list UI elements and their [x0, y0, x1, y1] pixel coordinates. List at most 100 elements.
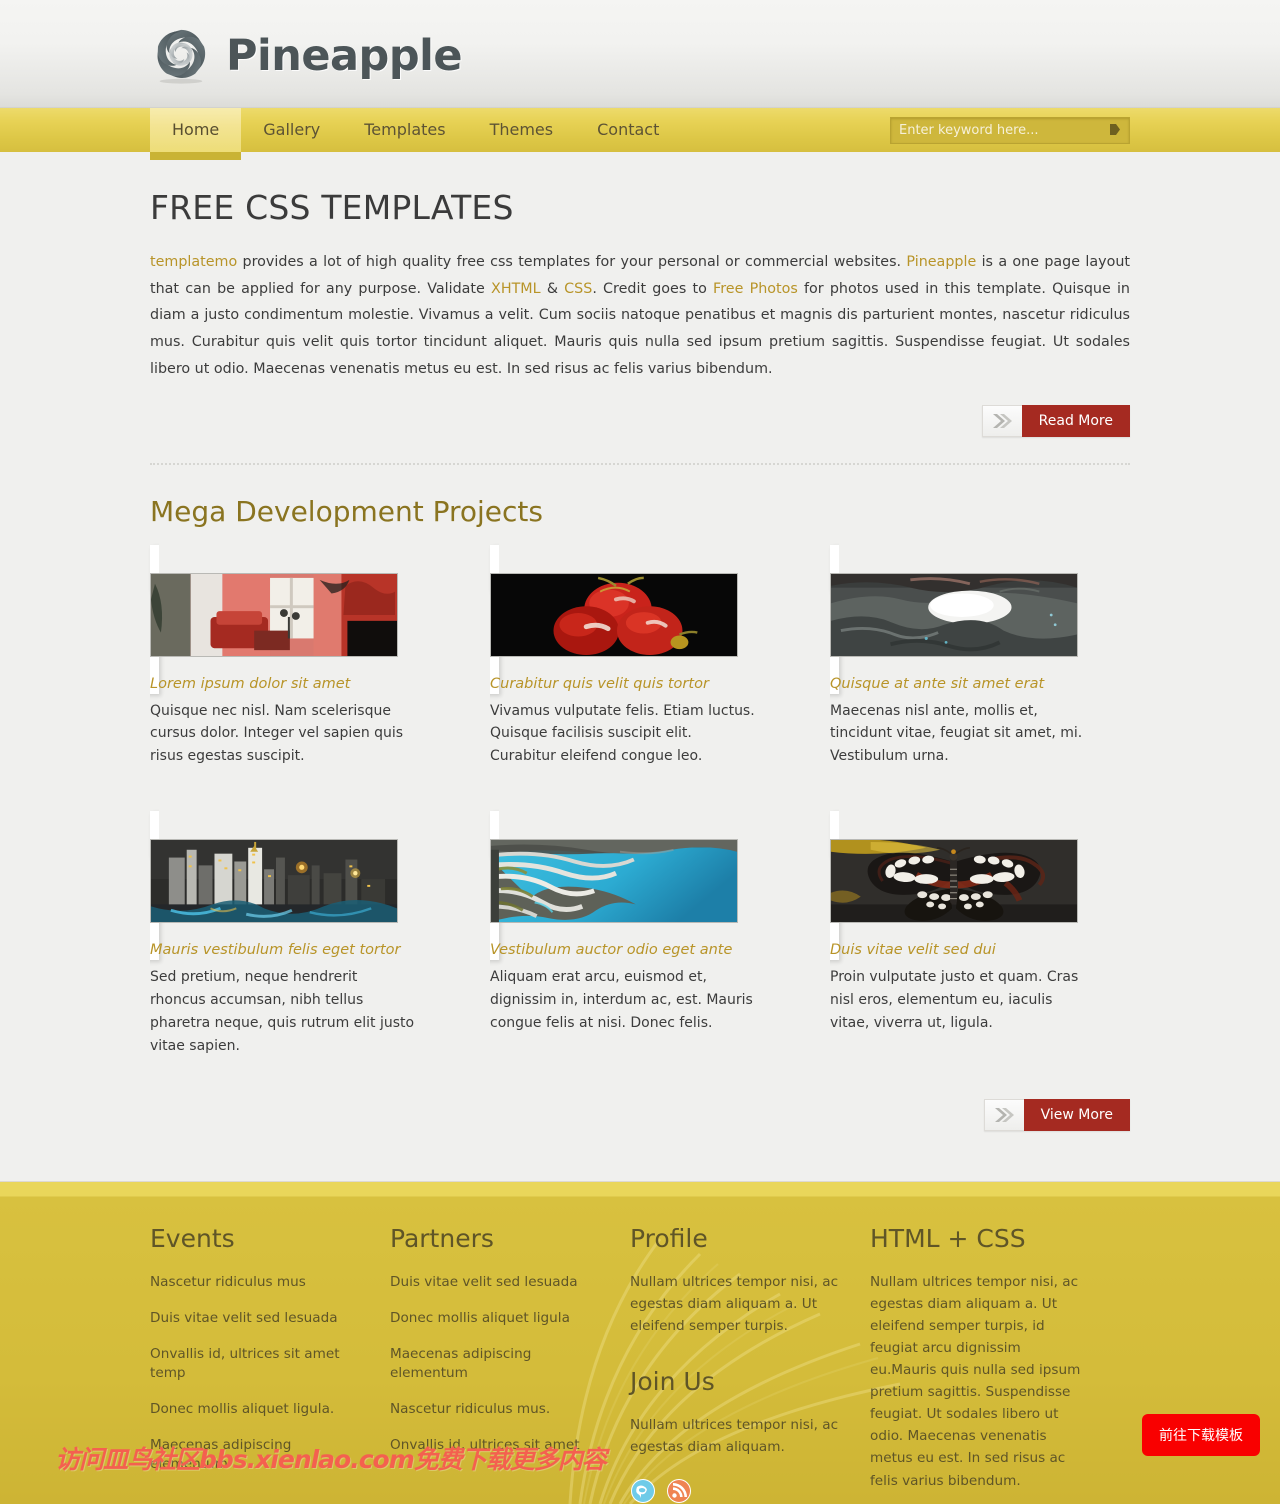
footer-heading-partners: Partners — [390, 1224, 494, 1254]
page-title: FREE CSS TEMPLATES — [150, 188, 514, 227]
intro-text-1: provides a lot of high quality free css … — [237, 254, 907, 270]
view-more-label: View More — [1023, 1099, 1130, 1132]
butterfly-photo — [830, 839, 1078, 924]
rss-icon[interactable] — [666, 1478, 692, 1504]
search-submit-button[interactable] — [1099, 118, 1129, 143]
link-xhtml[interactable]: XHTML — [491, 281, 541, 297]
list-item[interactable]: Donec mollis aliquet ligula — [390, 1307, 600, 1326]
intro-text-3: & — [540, 280, 565, 297]
double-chevron-right-icon — [981, 404, 1022, 437]
section-divider — [150, 462, 1130, 465]
project-title: Quisque at ante sit amet erat — [830, 675, 1045, 692]
project-description: Aliquam erat arcu, euismod et, dignissim… — [490, 969, 753, 1031]
partners-link[interactable]: Duis vitae velit sed lesuada — [390, 1274, 578, 1290]
footer-heading-htmlcss: HTML + CSS — [870, 1224, 1026, 1254]
events-link[interactable]: Nascetur ridiculus mus — [150, 1274, 306, 1290]
project-card: Duis vitae velit sed dui Proin vulputate… — [830, 811, 1130, 1057]
projects-grid: Lorem ipsum dolor sit amet Quisque nec n… — [150, 544, 1130, 1110]
project-description: Vivamus vulputate felis. Etiam luctus. Q… — [490, 702, 755, 765]
footer-column-profile: Profile Nullam ultrices tempor nisi, ac … — [630, 1224, 870, 1504]
download-template-button[interactable]: 前往下载模板 — [1142, 1414, 1260, 1457]
project-thumb-link[interactable] — [490, 544, 830, 694]
link-css[interactable]: CSS — [564, 281, 592, 297]
project-thumb-link[interactable] — [830, 544, 1130, 694]
search-input[interactable] — [891, 123, 1099, 138]
main-navigation: Home Gallery Templates Themes Contact — [0, 108, 1280, 160]
nav-link-contact[interactable]: Contact — [575, 108, 681, 152]
nav-link-gallery[interactable]: Gallery — [241, 108, 342, 152]
project-card: Mauris vestibulum felis eget tortor Sed … — [150, 811, 490, 1057]
events-link[interactable]: Donec mollis aliquet ligula. — [150, 1401, 334, 1417]
nav-link-home[interactable]: Home — [150, 108, 242, 152]
project-card: Curabitur quis velit quis tortor Vivamus… — [490, 544, 830, 768]
join-us-text: Nullam ultrices tempor nisi, ac egestas … — [630, 1417, 839, 1456]
read-more-button[interactable]: Read More — [981, 404, 1130, 437]
site-header: Pineapple — [0, 0, 1280, 108]
project-thumb-link[interactable] — [830, 811, 1130, 961]
list-item[interactable]: Nascetur ridiculus mus. — [390, 1398, 600, 1417]
project-thumb-link[interactable] — [490, 811, 830, 961]
grey-rocky-landscape-photo — [830, 572, 1078, 657]
link-pineapple[interactable]: Pineapple — [906, 254, 976, 270]
logo-text: Pineapple — [226, 30, 463, 81]
project-description: Proin vulputate justo et quam. Cras nisl… — [830, 969, 1079, 1031]
project-description: Quisque nec nisl. Nam scelerisque cursus… — [150, 702, 404, 765]
list-item[interactable]: Donec mollis aliquet ligula. — [150, 1398, 360, 1417]
read-more-label: Read More — [1021, 404, 1130, 437]
footer-heading-events: Events — [150, 1224, 235, 1254]
intro-text-4: . Credit goes to — [592, 280, 714, 297]
watermark-text: 访问皿鸟社区bbs.xienlao.com免费下载更多内容 — [55, 1445, 607, 1475]
project-card: Vestibulum auctor odio eget ante Aliquam… — [490, 811, 830, 1057]
nav-item-home[interactable]: Home — [150, 108, 242, 160]
logo-link[interactable]: Pineapple — [150, 25, 463, 87]
project-title: Lorem ipsum dolor sit amet — [150, 675, 351, 692]
footer-heading-profile: Profile — [630, 1224, 708, 1254]
profile-text: Nullam ultrices tempor nisi, ac egestas … — [630, 1274, 839, 1335]
red-living-room-photo — [150, 572, 398, 657]
project-title: Mauris vestibulum felis eget tortor — [150, 942, 401, 959]
nav-item-gallery[interactable]: Gallery — [241, 108, 342, 152]
project-card: Quisque at ante sit amet erat Maecenas n… — [830, 544, 1130, 768]
intro-paragraph: templatemo provides a lot of high qualit… — [150, 249, 1130, 383]
partners-link[interactable]: Nascetur ridiculus mus. — [390, 1401, 550, 1417]
events-link[interactable]: Duis vitae velit sed lesuada — [150, 1310, 338, 1326]
project-title: Curabitur quis velit quis tortor — [490, 675, 709, 692]
double-chevron-right-icon — [983, 1099, 1024, 1132]
list-item[interactable]: Duis vitae velit sed lesuada — [390, 1271, 600, 1290]
nav-link-themes[interactable]: Themes — [468, 108, 576, 152]
spiral-aperture-icon — [150, 25, 212, 87]
twitter-icon[interactable] — [630, 1478, 656, 1504]
footer-column-htmlcss: HTML + CSS Nullam ultrices tempor nisi, … — [870, 1224, 1115, 1504]
partners-list: Duis vitae velit sed lesuada Donec molli… — [390, 1271, 600, 1453]
project-thumb-link[interactable] — [150, 811, 490, 961]
project-title: Duis vitae velit sed dui — [830, 942, 996, 959]
partners-link[interactable]: Maecenas adipiscing elementum — [390, 1346, 531, 1381]
project-description: Sed pretium, neque hendrerit rhoncus acc… — [150, 969, 415, 1054]
view-more-button[interactable]: View More — [983, 1099, 1130, 1132]
nav-item-contact[interactable]: Contact — [575, 108, 681, 152]
night-city-skyline-photo — [150, 839, 398, 924]
main-content: FREE CSS TEMPLATES templatemo provides a… — [150, 152, 1130, 1181]
social-links — [630, 1478, 840, 1504]
nav-item-themes[interactable]: Themes — [468, 108, 576, 152]
project-thumb-link[interactable] — [150, 544, 490, 694]
project-title: Vestibulum auctor odio eget ante — [490, 942, 733, 959]
link-free-photos[interactable]: Free Photos — [713, 281, 798, 297]
project-card: Lorem ipsum dolor sit amet Quisque nec n… — [150, 544, 490, 768]
list-item[interactable]: Nascetur ridiculus mus — [150, 1271, 360, 1290]
link-templatemo[interactable]: templatemo — [150, 254, 237, 270]
arrow-right-icon — [1107, 122, 1122, 140]
htmlcss-text: Nullam ultrices tempor nisi, ac egestas … — [870, 1274, 1081, 1489]
nav-item-templates[interactable]: Templates — [342, 108, 467, 152]
red-apples-on-black-photo — [490, 572, 738, 657]
partners-link[interactable]: Donec mollis aliquet ligula — [390, 1310, 570, 1326]
coastline-aerial-photo — [490, 839, 738, 924]
events-link[interactable]: Onvallis id, ultrices sit amet temp — [150, 1346, 340, 1381]
list-item[interactable]: Maecenas adipiscing elementum — [390, 1343, 600, 1381]
nav-link-templates[interactable]: Templates — [342, 108, 467, 152]
search-box[interactable] — [890, 117, 1130, 144]
footer-heading-join-us: Join Us — [630, 1367, 715, 1397]
project-description: Maecenas nisl ante, mollis et, tincidunt… — [830, 702, 1083, 765]
list-item[interactable]: Onvallis id, ultrices sit amet temp — [150, 1343, 360, 1381]
list-item[interactable]: Duis vitae velit sed lesuada — [150, 1307, 360, 1326]
